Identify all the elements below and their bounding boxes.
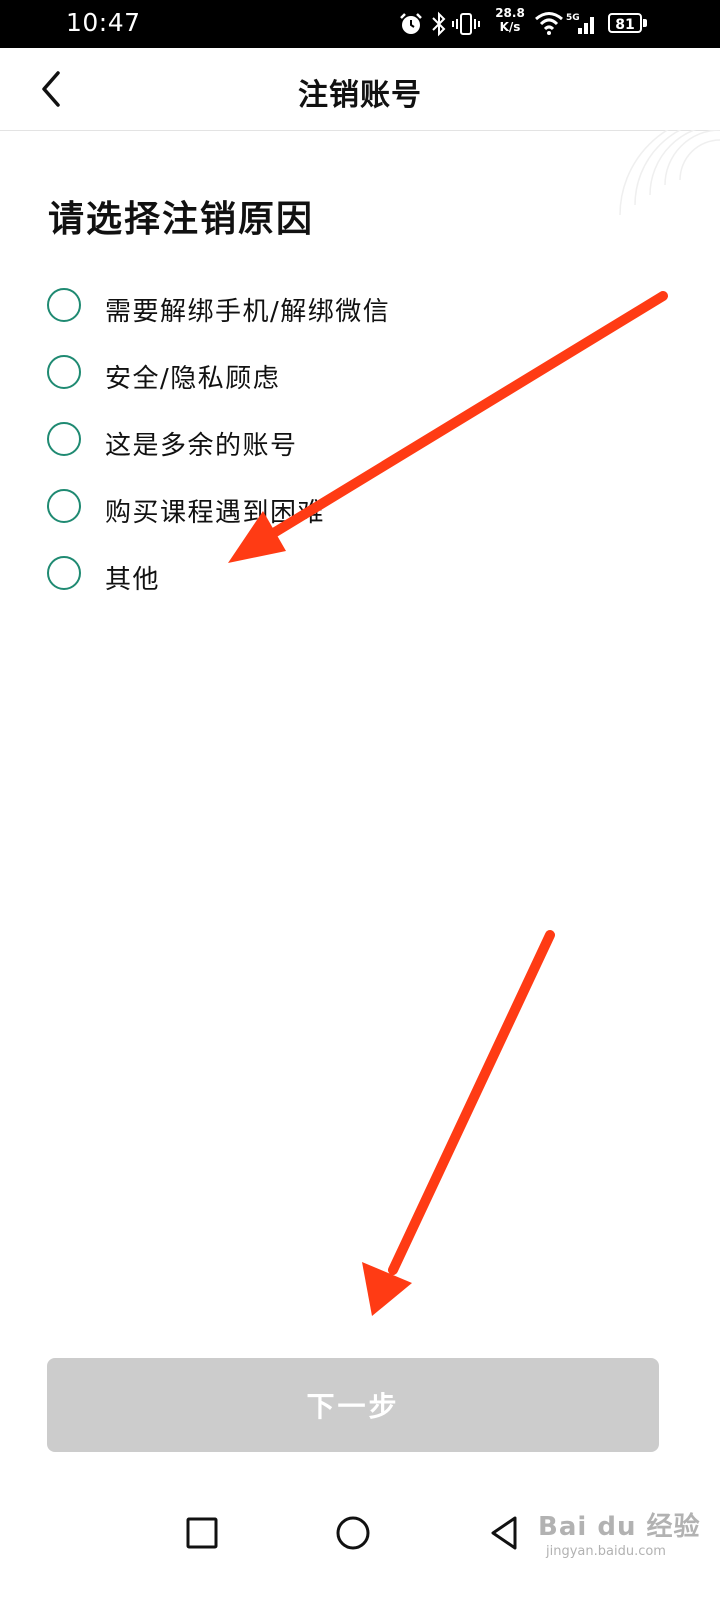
battery-tip	[643, 19, 647, 27]
radio-button[interactable]	[47, 489, 81, 523]
page-title: 注销账号	[298, 78, 422, 113]
header: 注销账号	[0, 48, 720, 131]
status-bar: 10:47 28.8 K/s 5G 81	[0, 0, 720, 48]
reason-option[interactable]: 安全/隐私顾虑	[44, 349, 624, 401]
status-time: 10:47	[66, 8, 141, 37]
wifi-icon	[535, 12, 563, 35]
svg-text:5G: 5G	[566, 13, 580, 23]
decorative-arcs	[619, 130, 720, 216]
circle-icon[interactable]	[328, 1508, 378, 1558]
option-label: 其他	[105, 565, 161, 595]
watermark-brand: Bai du 经验	[538, 1512, 701, 1542]
radio-button[interactable]	[47, 556, 81, 590]
reason-option[interactable]: 其他	[44, 550, 624, 602]
net-speed-value: 28.8	[495, 6, 525, 20]
reason-option[interactable]: 购买课程遇到困难	[44, 483, 624, 535]
battery-icon: 81	[608, 13, 642, 33]
radio-button[interactable]	[47, 422, 81, 456]
triangle-back-icon[interactable]	[480, 1508, 530, 1558]
radio-button[interactable]	[47, 288, 81, 322]
vibrate-icon	[452, 13, 480, 35]
net-speed-unit: K/s	[499, 20, 521, 34]
watermark-url: jingyan.baidu.com	[546, 1544, 666, 1559]
option-label: 需要解绑手机/解绑微信	[105, 297, 391, 327]
option-label: 安全/隐私顾虑	[105, 364, 281, 394]
alarm-icon	[400, 13, 422, 34]
bluetooth-icon	[432, 11, 446, 37]
section-title: 请选择注销原因	[48, 199, 315, 240]
option-label: 购买课程遇到困难	[105, 498, 326, 528]
square-icon[interactable]	[177, 1508, 227, 1558]
net-speed: 28.8 K/s	[490, 6, 530, 34]
radio-button[interactable]	[47, 355, 81, 389]
signal-5g-icon: 5G	[566, 13, 594, 34]
watermark: Bai du 经验 jingyan.baidu.com	[538, 1488, 718, 1568]
option-label: 这是多余的账号	[105, 431, 298, 461]
reason-option[interactable]: 需要解绑手机/解绑微信	[44, 282, 624, 334]
reason-option[interactable]: 这是多余的账号	[44, 416, 624, 468]
next-button[interactable]: 下一步	[47, 1358, 659, 1452]
arrow-to-next-button	[362, 930, 555, 1316]
